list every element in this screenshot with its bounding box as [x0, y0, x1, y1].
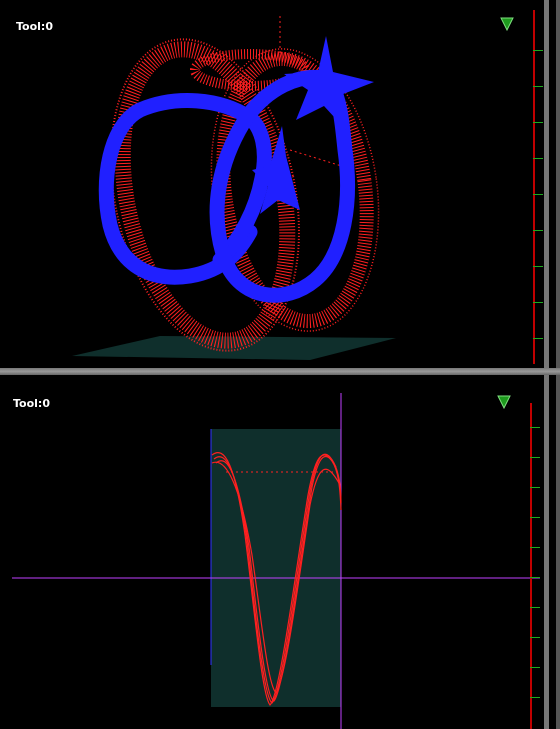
- scrollbar-track[interactable]: [544, 0, 549, 368]
- green-triangle-marker-icon[interactable]: [500, 17, 514, 31]
- toolpath-2d-canvas: [12, 393, 540, 729]
- bottom-2d-viewport[interactable]: Tool:0: [0, 375, 560, 729]
- green-triangle-marker-icon[interactable]: [497, 395, 511, 409]
- toolpath-3d-canvas: [72, 16, 396, 360]
- view-splitter[interactable]: [0, 368, 560, 375]
- depth-ruler: [533, 10, 535, 364]
- depth-ruler: [530, 403, 532, 729]
- scrollbar-track[interactable]: [544, 375, 549, 729]
- top-3d-viewport[interactable]: Tool:0: [0, 0, 560, 368]
